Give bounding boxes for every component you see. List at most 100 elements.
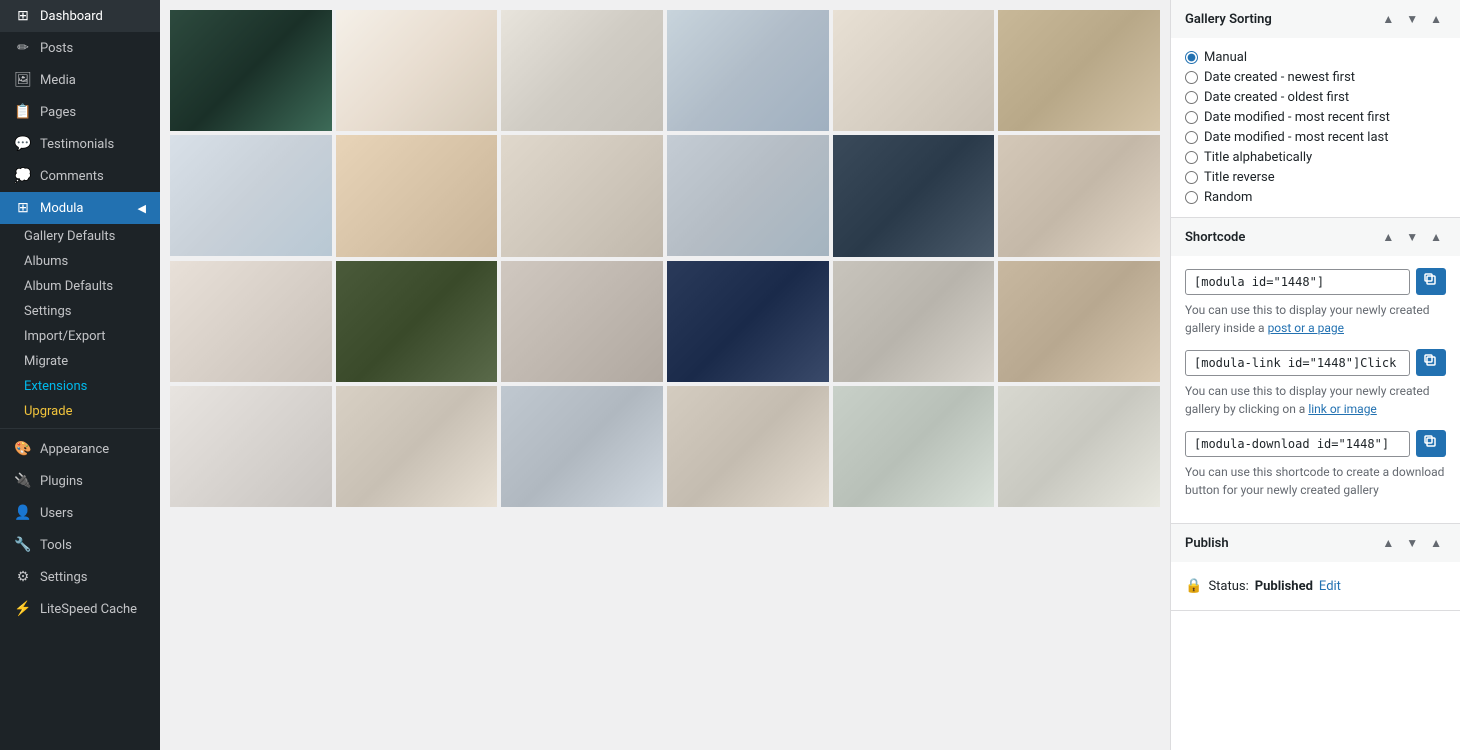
gallery-item[interactable]: [667, 386, 829, 507]
gallery-item[interactable]: [501, 10, 663, 131]
shortcode-title: Shortcode: [1185, 230, 1245, 245]
publish-up-btn[interactable]: ▲: [1378, 534, 1398, 552]
litespeed-icon: ⚡: [14, 601, 32, 617]
sort-title-alpha[interactable]: Title alphabetically: [1185, 150, 1446, 165]
sidebar-item-dashboard[interactable]: ⊞ Dashboard: [0, 0, 160, 32]
testimonials-icon: 💬: [14, 136, 32, 152]
gallery-item[interactable]: [170, 135, 332, 256]
sidebar-item-testimonials[interactable]: 💬 Testimonials: [0, 128, 160, 160]
dashboard-icon: ⊞: [14, 8, 32, 24]
sort-title-reverse[interactable]: Title reverse: [1185, 170, 1446, 185]
sidebar-subitem-album-defaults[interactable]: Album Defaults: [0, 274, 160, 299]
gallery-item[interactable]: [170, 386, 332, 507]
gallery-item[interactable]: [336, 10, 498, 131]
sidebar-item-settings[interactable]: ⚙ Settings: [0, 561, 160, 593]
sidebar-item-users[interactable]: 👤 Users: [0, 497, 160, 529]
sort-date-oldest[interactable]: Date created - oldest first: [1185, 90, 1446, 105]
right-panel: Gallery Sorting ▲ ▼ ▲ Manual Date create…: [1170, 0, 1460, 750]
download-shortcode-input[interactable]: [1185, 431, 1410, 457]
download-shortcode-field: [1185, 430, 1446, 457]
link-shortcode-link[interactable]: link or image: [1308, 402, 1376, 416]
shortcode-controls: ▲ ▼ ▲: [1378, 228, 1446, 246]
shortcode-section: Shortcode ▲ ▼ ▲ You can use this to disp…: [1171, 218, 1460, 524]
gallery-item[interactable]: [501, 386, 663, 507]
gallery-item[interactable]: [998, 386, 1160, 507]
sort-date-mod-recent[interactable]: Date modified - most recent first: [1185, 110, 1446, 125]
main-content: Gallery Sorting ▲ ▼ ▲ Manual Date create…: [160, 0, 1460, 750]
gallery-item[interactable]: [170, 10, 332, 131]
sidebar-item-litespeed[interactable]: ⚡ LiteSpeed Cache: [0, 593, 160, 625]
sidebar: ⊞ Dashboard ✏ Posts 🖼 Media 📋 Pages 💬 Te…: [0, 0, 160, 750]
sidebar-subitem-import-export[interactable]: Import/Export: [0, 324, 160, 349]
publish-collapse-btn[interactable]: ▲: [1426, 534, 1446, 552]
sidebar-item-appearance[interactable]: 🎨 Appearance: [0, 433, 160, 465]
gallery-item[interactable]: [336, 135, 498, 256]
sidebar-subitem-settings[interactable]: Settings: [0, 299, 160, 324]
basic-shortcode-input[interactable]: [1185, 269, 1410, 295]
status-value: Published: [1255, 579, 1313, 594]
publish-controls: ▲ ▼ ▲: [1378, 534, 1446, 552]
comments-icon: 💭: [14, 168, 32, 184]
sidebar-item-comments[interactable]: 💭 Comments: [0, 160, 160, 192]
gallery-item[interactable]: [667, 261, 829, 382]
gallery-item[interactable]: [501, 261, 663, 382]
download-shortcode-copy-btn[interactable]: [1416, 430, 1446, 457]
publish-title: Publish: [1185, 536, 1229, 551]
link-shortcode-input[interactable]: [1185, 350, 1410, 376]
sidebar-item-modula[interactable]: ⊞ Modula ◀: [0, 192, 160, 224]
modula-icon: ⊞: [14, 200, 32, 216]
shortcode-up-btn[interactable]: ▲: [1378, 228, 1398, 246]
sidebar-item-posts[interactable]: ✏ Posts: [0, 32, 160, 64]
status-icon: 🔒: [1185, 578, 1202, 594]
gallery-item[interactable]: [833, 135, 995, 256]
gallery-item[interactable]: [501, 135, 663, 256]
sidebar-subitem-gallery-defaults[interactable]: Gallery Defaults: [0, 224, 160, 249]
gallery-area: [160, 0, 1170, 750]
shortcode-collapse-btn[interactable]: ▲: [1426, 228, 1446, 246]
shortcode-content: You can use this to display your newly c…: [1171, 256, 1460, 523]
gallery-item[interactable]: [833, 386, 995, 507]
gallery-item[interactable]: [170, 261, 332, 382]
sidebar-item-media[interactable]: 🖼 Media: [0, 64, 160, 96]
gallery-item[interactable]: [667, 135, 829, 256]
sidebar-item-pages[interactable]: 📋 Pages: [0, 96, 160, 128]
sorting-controls: ▲ ▼ ▲: [1378, 10, 1446, 28]
gallery-item[interactable]: [998, 10, 1160, 131]
basic-shortcode-copy-btn[interactable]: [1416, 268, 1446, 295]
sort-manual[interactable]: Manual: [1185, 50, 1446, 65]
sidebar-subitem-migrate[interactable]: Migrate: [0, 349, 160, 374]
shortcode-header[interactable]: Shortcode ▲ ▼ ▲: [1171, 218, 1460, 256]
sort-date-newest[interactable]: Date created - newest first: [1185, 70, 1446, 85]
gallery-item[interactable]: [833, 261, 995, 382]
sidebar-subitem-upgrade[interactable]: Upgrade: [0, 399, 160, 424]
shortcode-down-btn[interactable]: ▼: [1402, 228, 1422, 246]
publish-header[interactable]: Publish ▲ ▼ ▲: [1171, 524, 1460, 562]
gallery-sorting-header[interactable]: Gallery Sorting ▲ ▼ ▲: [1171, 0, 1460, 38]
gallery-item[interactable]: [998, 261, 1160, 382]
sorting-up-btn[interactable]: ▲: [1378, 10, 1398, 28]
sorting-down-btn[interactable]: ▼: [1402, 10, 1422, 28]
gallery-item[interactable]: [833, 10, 995, 131]
sort-random[interactable]: Random: [1185, 190, 1446, 205]
basic-shortcode-field: [1185, 268, 1446, 295]
gallery-item[interactable]: [336, 261, 498, 382]
publish-edit-link[interactable]: Edit: [1319, 579, 1341, 594]
sidebar-item-tools[interactable]: 🔧 Tools: [0, 529, 160, 561]
sort-date-mod-last[interactable]: Date modified - most recent last: [1185, 130, 1446, 145]
plugins-icon: 🔌: [14, 473, 32, 489]
sidebar-divider: [0, 428, 160, 429]
gallery-item[interactable]: [998, 135, 1160, 256]
gallery-item[interactable]: [336, 386, 498, 507]
publish-down-btn[interactable]: ▼: [1402, 534, 1422, 552]
sidebar-subitem-albums[interactable]: Albums: [0, 249, 160, 274]
sidebar-subitem-extensions[interactable]: Extensions: [0, 374, 160, 399]
sidebar-item-plugins[interactable]: 🔌 Plugins: [0, 465, 160, 497]
sorting-collapse-btn[interactable]: ▲: [1426, 10, 1446, 28]
gallery-item[interactable]: [667, 10, 829, 131]
link-shortcode-copy-btn[interactable]: [1416, 349, 1446, 376]
appearance-icon: 🎨: [14, 441, 32, 457]
download-shortcode-desc: You can use this shortcode to create a d…: [1185, 463, 1446, 499]
basic-shortcode-link[interactable]: post or a page: [1268, 321, 1344, 335]
sorting-radio-group: Manual Date created - newest first Date …: [1185, 50, 1446, 205]
posts-icon: ✏: [14, 40, 32, 56]
